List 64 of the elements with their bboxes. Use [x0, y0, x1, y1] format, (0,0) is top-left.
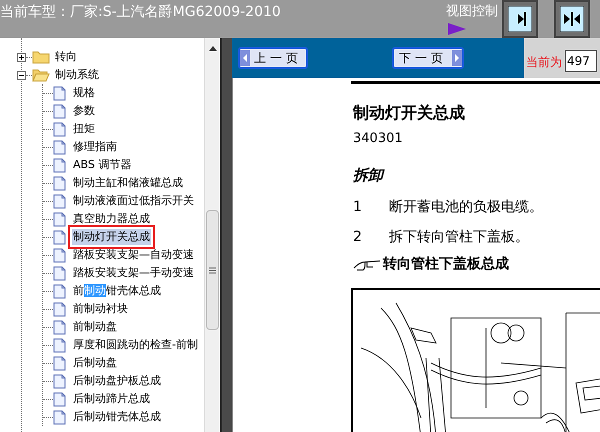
tree-item[interactable]: 修理指南 [72, 138, 118, 156]
document-title: 制动灯开关总成 [353, 103, 465, 123]
tree-item[interactable]: 真空助力器总成 [72, 210, 151, 228]
tree-item[interactable]: ABS 调节器 [72, 156, 132, 174]
tree-item[interactable]: 前制动衬块 [72, 300, 129, 318]
page-icon [53, 230, 66, 244]
page-icon [53, 302, 66, 316]
page-icon [53, 338, 66, 352]
page-icon [53, 176, 66, 190]
step-text: 拆下转向管柱下盖板。 [389, 228, 529, 246]
tree-item[interactable]: 后制动盘 [72, 354, 118, 372]
scroll-up-icon[interactable] [209, 46, 217, 51]
page-icon [53, 320, 66, 334]
tree-item[interactable]: 前制动盘 [72, 318, 118, 336]
page-icon [53, 212, 66, 226]
tree-item[interactable]: 踏板安装支架—自动变速 [72, 246, 195, 264]
page-icon [53, 356, 66, 370]
current-page-field[interactable]: 497 [565, 50, 597, 72]
scrollbar[interactable] [204, 38, 220, 432]
tree-item[interactable]: 前制动钳壳体总成 [72, 282, 162, 300]
expand-icon[interactable] [17, 52, 26, 62]
tree-item[interactable]: 规格 [72, 84, 96, 102]
part-code: 340301 [353, 131, 403, 147]
collapse-icon[interactable] [17, 70, 26, 80]
page-icon [53, 266, 66, 280]
page-icon [53, 140, 66, 154]
page-icon [53, 248, 66, 262]
tree-item[interactable]: 制动灯开关总成 [72, 228, 151, 246]
split-pane-button[interactable] [554, 0, 590, 38]
vehicle-model-title: 当前车型：厂家:S-上汽名爵MG62009-2010 [0, 3, 281, 22]
triangle-icon [448, 23, 466, 35]
step-number: 2 [353, 228, 363, 246]
reference-heading: 转向管柱下盖板总成 [383, 255, 509, 273]
page-icon [53, 86, 66, 100]
page-icon [53, 158, 66, 172]
previous-page-button[interactable]: 上一页 [238, 47, 308, 69]
tree-item[interactable]: 参数 [72, 102, 96, 120]
tree-item[interactable]: 后制动蹄片总成 [72, 390, 151, 408]
tree-item[interactable]: 厚度和圆跳动的检查-前制 [72, 336, 199, 354]
page-icon [53, 104, 66, 118]
folder-icon [32, 68, 50, 82]
step-number: 1 [353, 198, 363, 216]
tree-item[interactable]: 制动液液面过低指示开关 [72, 192, 195, 210]
tree-item[interactable]: 转向 [55, 48, 77, 66]
tree-item[interactable]: 扭矩 [72, 120, 96, 138]
tree-item[interactable]: 后制动钳壳体总成 [72, 408, 162, 426]
collapse-pane-button[interactable] [502, 0, 538, 38]
page-icon [53, 374, 66, 388]
page-icon [53, 410, 66, 424]
page-icon [53, 194, 66, 208]
current-page-label: 当前为 [526, 54, 562, 71]
tree-item[interactable]: 制动系统 [55, 66, 99, 84]
scroll-thumb[interactable] [206, 210, 219, 330]
tree-item[interactable]: 后制动盘护板总成 [72, 372, 162, 390]
page-icon [53, 122, 66, 136]
next-page-button[interactable]: 下一页 [392, 47, 464, 69]
section-heading: 拆卸 [353, 166, 383, 184]
page-icon [53, 284, 66, 298]
page-icon [53, 392, 66, 406]
folder-icon [32, 50, 50, 64]
step-text: 断开蓄电池的负极电缆。 [389, 198, 543, 216]
tree-item[interactable]: 踏板安装支架—手动变速 [72, 264, 195, 282]
view-control-label: 视图控制 [446, 4, 498, 20]
tree-item[interactable]: 制动主缸和储液罐总成 [72, 174, 184, 192]
